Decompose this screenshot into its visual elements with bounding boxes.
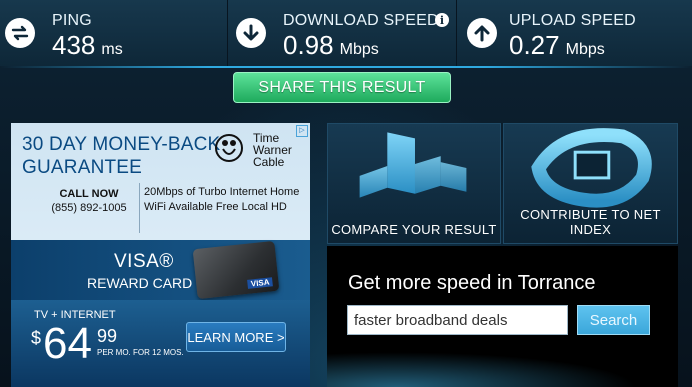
visa-label: VISA® xyxy=(114,251,174,272)
contribute-label: CONTRIBUTE TO NET INDEX xyxy=(520,207,661,237)
price-term: PER MO. FOR 12 MOS. xyxy=(97,348,184,357)
download-unit: Mbps xyxy=(339,41,379,58)
search-button[interactable]: Search xyxy=(577,305,650,335)
upload-label: UPLOAD SPEED xyxy=(509,12,636,29)
upload-stat: UPLOAD SPEED 0.27 Mbps xyxy=(457,0,692,66)
price-cents: 99 xyxy=(97,326,118,346)
search-glow xyxy=(327,346,678,387)
download-arrow-icon xyxy=(236,18,266,48)
download-number: 0.98 xyxy=(283,30,334,60)
ad-headline: 30 DAY MONEY-BACK GUARANTEE xyxy=(22,134,221,178)
speed-search-panel: Get more speed in Torrance Search xyxy=(327,246,678,387)
call-now-label: CALL NOW xyxy=(59,188,119,200)
upload-arrow-icon xyxy=(467,18,497,48)
visa-card-image xyxy=(192,240,280,300)
compare-label: COMPARE YOUR RESULT xyxy=(331,222,497,237)
ping-label: PING xyxy=(52,12,92,29)
ping-arrows-icon xyxy=(5,18,35,48)
search-title: Get more speed in Torrance xyxy=(348,272,596,294)
ad-offer: 20Mbps of Turbo Internet Home WiFi Avail… xyxy=(144,186,300,213)
net-index-icon xyxy=(531,128,652,208)
ad-call: CALL NOW (855) 892-1005 xyxy=(39,187,139,215)
download-value: 0.98 Mbps xyxy=(283,30,379,61)
info-icon[interactable]: i xyxy=(435,13,449,27)
reward-card-label: REWARD CARD xyxy=(87,275,193,291)
download-label: DOWNLOAD SPEED xyxy=(283,12,439,29)
learn-more-button[interactable]: LEARN MORE > xyxy=(186,322,286,352)
advertisement[interactable]: ▷ 30 DAY MONEY-BACK GUARANTEE Time Warne… xyxy=(11,123,310,387)
price-dollar: $ xyxy=(31,328,42,348)
phone-number: (855) 892-1005 xyxy=(51,202,127,214)
compare-result-tile[interactable]: COMPARE YOUR RESULT xyxy=(327,123,501,244)
divider-glow xyxy=(0,66,692,68)
upload-value: 0.27 Mbps xyxy=(509,30,605,61)
ping-stat: PING 438 ms xyxy=(0,0,228,66)
search-input[interactable] xyxy=(347,305,568,335)
time-warner-logo-icon xyxy=(214,133,244,163)
upload-number: 0.27 xyxy=(509,30,560,60)
speed-stats-bar: PING 438 ms DOWNLOAD SPEED i 0.98 Mbps UPL… xyxy=(0,0,692,66)
ad-divider xyxy=(139,183,140,233)
ping-unit: ms xyxy=(101,41,123,58)
ping-value: 438 ms xyxy=(52,30,123,61)
price-value: 64 xyxy=(43,319,92,368)
contribute-tile[interactable]: CONTRIBUTE TO NET INDEX xyxy=(503,123,678,244)
download-stat: DOWNLOAD SPEED i 0.98 Mbps xyxy=(228,0,457,66)
share-result-button[interactable]: SHARE THIS RESULT xyxy=(233,72,451,103)
ad-brand: Time Warner Cable xyxy=(253,131,292,169)
upload-unit: Mbps xyxy=(565,41,605,58)
ping-number: 438 xyxy=(52,30,96,60)
bar-graph-icon xyxy=(359,132,467,198)
